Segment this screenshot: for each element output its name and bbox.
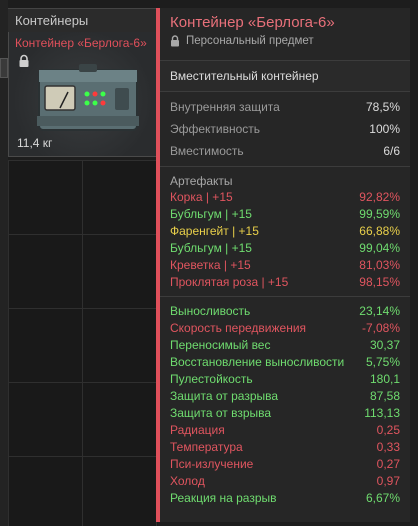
bonus-value: 0,97 bbox=[376, 474, 400, 488]
bonus-row: Скорость передвижения -7,08% bbox=[160, 320, 410, 337]
bonus-label: Пулестойкость bbox=[170, 372, 253, 386]
artifacts-title: Артефакты bbox=[170, 174, 233, 188]
artifact-row: Бубльгум | +15 99,59% bbox=[160, 206, 410, 223]
personal-item-note: Персональный предмет bbox=[170, 35, 400, 47]
bonus-row: Защита от разрыва 87,58 bbox=[160, 388, 410, 405]
lock-icon bbox=[171, 35, 179, 47]
bonus-row: Переносимый вес 30,37 bbox=[160, 337, 410, 354]
bonus-value: 0,27 bbox=[376, 457, 400, 471]
artifact-name: Креветка | +15 bbox=[170, 258, 251, 272]
item-weight: 11,4 кг bbox=[17, 136, 53, 150]
bonus-value: 0,25 bbox=[376, 423, 400, 437]
bonus-label: Защита от разрыва bbox=[170, 389, 279, 403]
bonus-value: 0,33 bbox=[376, 440, 400, 454]
artifact-row: Креветка | +15 81,03% bbox=[160, 257, 410, 274]
artifact-row: Проклятая роза | +15 98,15% bbox=[160, 274, 410, 291]
bonus-row: Пси-излучение 0,27 bbox=[160, 456, 410, 473]
bonus-row: Пулестойкость 180,1 bbox=[160, 371, 410, 388]
scroll-marker[interactable] bbox=[0, 58, 8, 78]
stat-value: 78,5% bbox=[365, 100, 400, 114]
bonus-value: 113,13 bbox=[364, 406, 400, 420]
artifact-row: Фаренгейт | +15 66,88% bbox=[160, 223, 410, 240]
bonus-label: Переносимый вес bbox=[170, 338, 271, 352]
left-edge bbox=[0, 0, 8, 526]
stat-value: 6/6 bbox=[383, 144, 400, 158]
bonus-stats: Выносливость 23,14% Скорость передвижени… bbox=[160, 297, 410, 507]
stat-value: 100% bbox=[369, 122, 400, 136]
artifact-list: Корка | +15 92,82% Бубльгум | +15 99,59%… bbox=[160, 189, 410, 296]
artifact-value: 66,88% bbox=[359, 224, 400, 238]
artifact-value: 99,59% bbox=[359, 207, 400, 221]
basic-stats: Внутренняя защита 78,5% Эффективность 10… bbox=[160, 92, 410, 166]
artifact-row: Бубльгум | +15 99,04% bbox=[160, 240, 410, 257]
item-type: Вместительный контейнер bbox=[160, 61, 410, 91]
slot-title: Контейнеры bbox=[15, 13, 89, 28]
bonus-label: Пси-излучение bbox=[170, 457, 254, 471]
inventory-grid[interactable] bbox=[8, 160, 158, 526]
bonus-value: 23,14% bbox=[359, 304, 400, 318]
tooltip-title: Контейнер «Берлога-6» bbox=[170, 14, 335, 31]
bonus-value: 87,58 bbox=[369, 389, 400, 403]
bonus-label: Защита от взрыва bbox=[170, 406, 272, 420]
stat-label: Вместимость bbox=[170, 144, 244, 158]
bonus-value: 30,37 bbox=[369, 338, 400, 352]
artifact-name: Корка | +15 bbox=[170, 190, 233, 204]
bonus-label: Холод bbox=[170, 474, 205, 488]
bonus-label: Выносливость bbox=[170, 304, 251, 318]
stat-label: Эффективность bbox=[170, 122, 261, 136]
item-tooltip: Контейнер «Берлога-6» Персональный предм… bbox=[156, 8, 410, 522]
container-crate-image bbox=[37, 64, 139, 131]
bonus-row: Реакция на разрыв 6,67% bbox=[160, 490, 410, 507]
bonus-row: Холод 0,97 bbox=[160, 473, 410, 490]
bonus-label: Температура bbox=[170, 440, 243, 454]
artifact-name: Фаренгейт | +15 bbox=[170, 224, 259, 238]
bonus-label: Реакция на разрыв bbox=[170, 491, 277, 505]
stat-label: Внутренняя защита bbox=[170, 100, 280, 114]
bonus-value: 6,67% bbox=[365, 491, 400, 505]
bonus-label: Радиация bbox=[170, 423, 225, 437]
stat-row: Внутренняя защита 78,5% bbox=[160, 96, 410, 118]
bonus-value: 5,75% bbox=[365, 355, 400, 369]
personal-item-label: Персональный предмет bbox=[186, 35, 314, 47]
bonus-row: Защита от взрыва 113,13 bbox=[160, 405, 410, 422]
artifact-name: Бубльгум | +15 bbox=[170, 241, 252, 255]
stat-row: Вместимость 6/6 bbox=[160, 140, 410, 162]
artifact-value: 98,15% bbox=[359, 275, 400, 289]
bonus-value: 180,1 bbox=[369, 372, 400, 386]
container-slot-item[interactable]: 11,4 кг bbox=[8, 32, 158, 157]
artifact-value: 92,82% bbox=[359, 190, 400, 204]
artifact-name: Бубльгум | +15 bbox=[170, 207, 252, 221]
lock-icon bbox=[17, 54, 31, 68]
bonus-value: -7,08% bbox=[361, 321, 400, 335]
artifact-value: 99,04% bbox=[359, 241, 400, 255]
bonus-row: Радиация 0,25 bbox=[160, 422, 410, 439]
bonus-label: Восстановление выносливости bbox=[170, 355, 345, 369]
artifact-name: Проклятая роза | +15 bbox=[170, 275, 289, 289]
artifact-value: 81,03% bbox=[359, 258, 400, 272]
tooltip-header: Контейнер «Берлога-6» Персональный предм… bbox=[160, 8, 410, 60]
artifact-row: Корка | +15 92,82% bbox=[160, 189, 410, 206]
bonus-row: Восстановление выносливости 5,75% bbox=[160, 354, 410, 371]
bonus-row: Температура 0,33 bbox=[160, 439, 410, 456]
bonus-label: Скорость передвижения bbox=[170, 321, 307, 335]
stat-row: Эффективность 100% bbox=[160, 118, 410, 140]
bonus-row: Выносливость 23,14% bbox=[160, 303, 410, 320]
